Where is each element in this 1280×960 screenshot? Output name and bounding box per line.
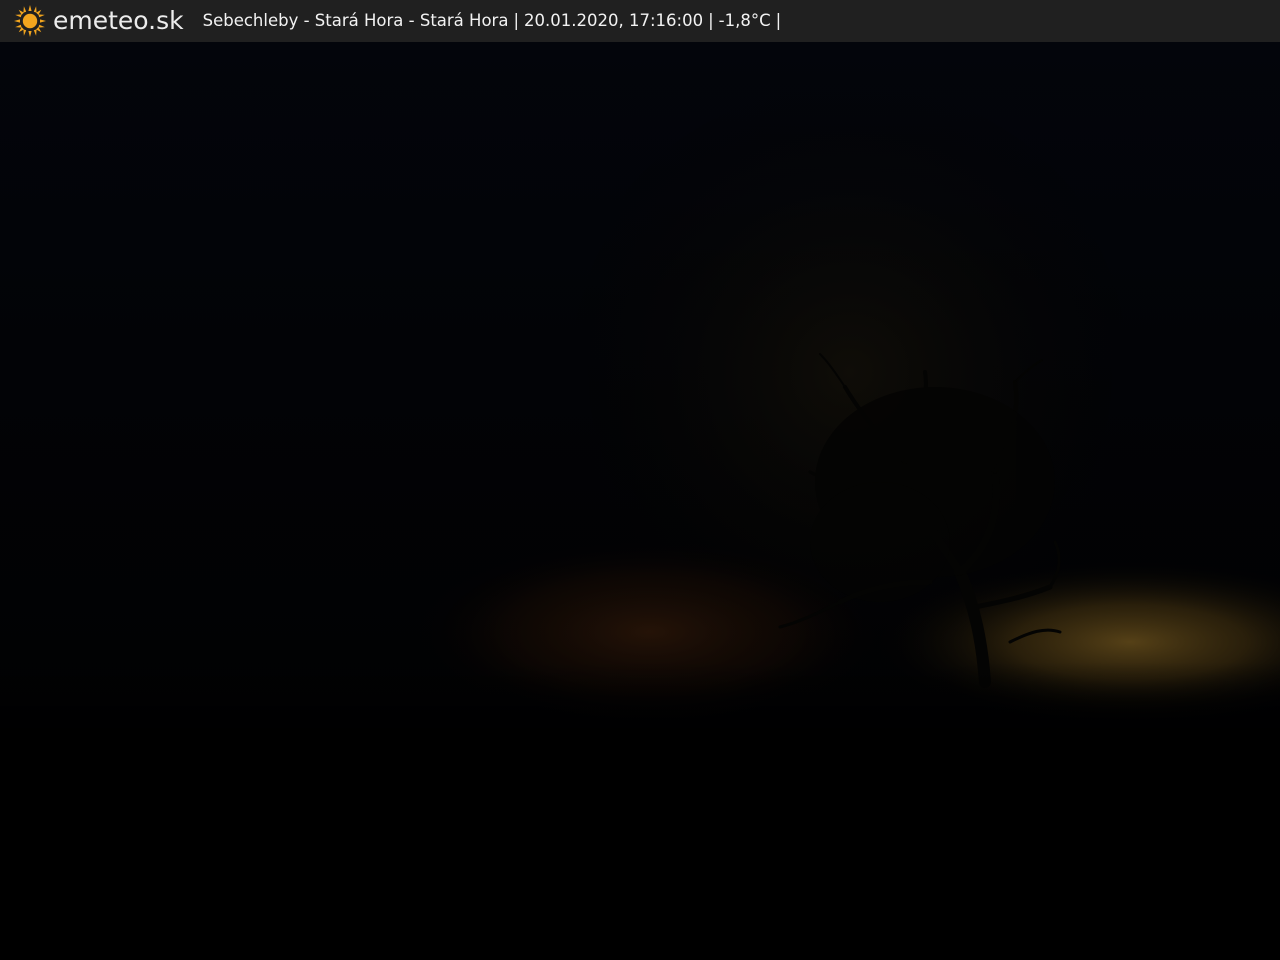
top-bar: emeteo.sk Sebechleby - Stará Hora - Star… (0, 0, 1280, 42)
logo-text: emeteo.sk (53, 6, 184, 35)
sun-icon (14, 5, 46, 37)
webcam-frame: emeteo.sk Sebechleby - Stará Hora - Star… (0, 0, 1280, 960)
separator: | (708, 11, 714, 30)
timestamp: 20.01.2020, 17:16:00 (524, 11, 704, 30)
webcam-image (0, 42, 1280, 960)
temperature: -1,8°C (718, 11, 771, 30)
separator: | (513, 11, 519, 30)
logo: emeteo.sk (14, 0, 184, 42)
location-name: Sebechleby - Stará Hora - Stará Hora (202, 11, 509, 30)
webcam-caption: Sebechleby - Stará Hora - Stará Hora | 2… (203, 0, 787, 42)
separator: | (775, 11, 782, 30)
